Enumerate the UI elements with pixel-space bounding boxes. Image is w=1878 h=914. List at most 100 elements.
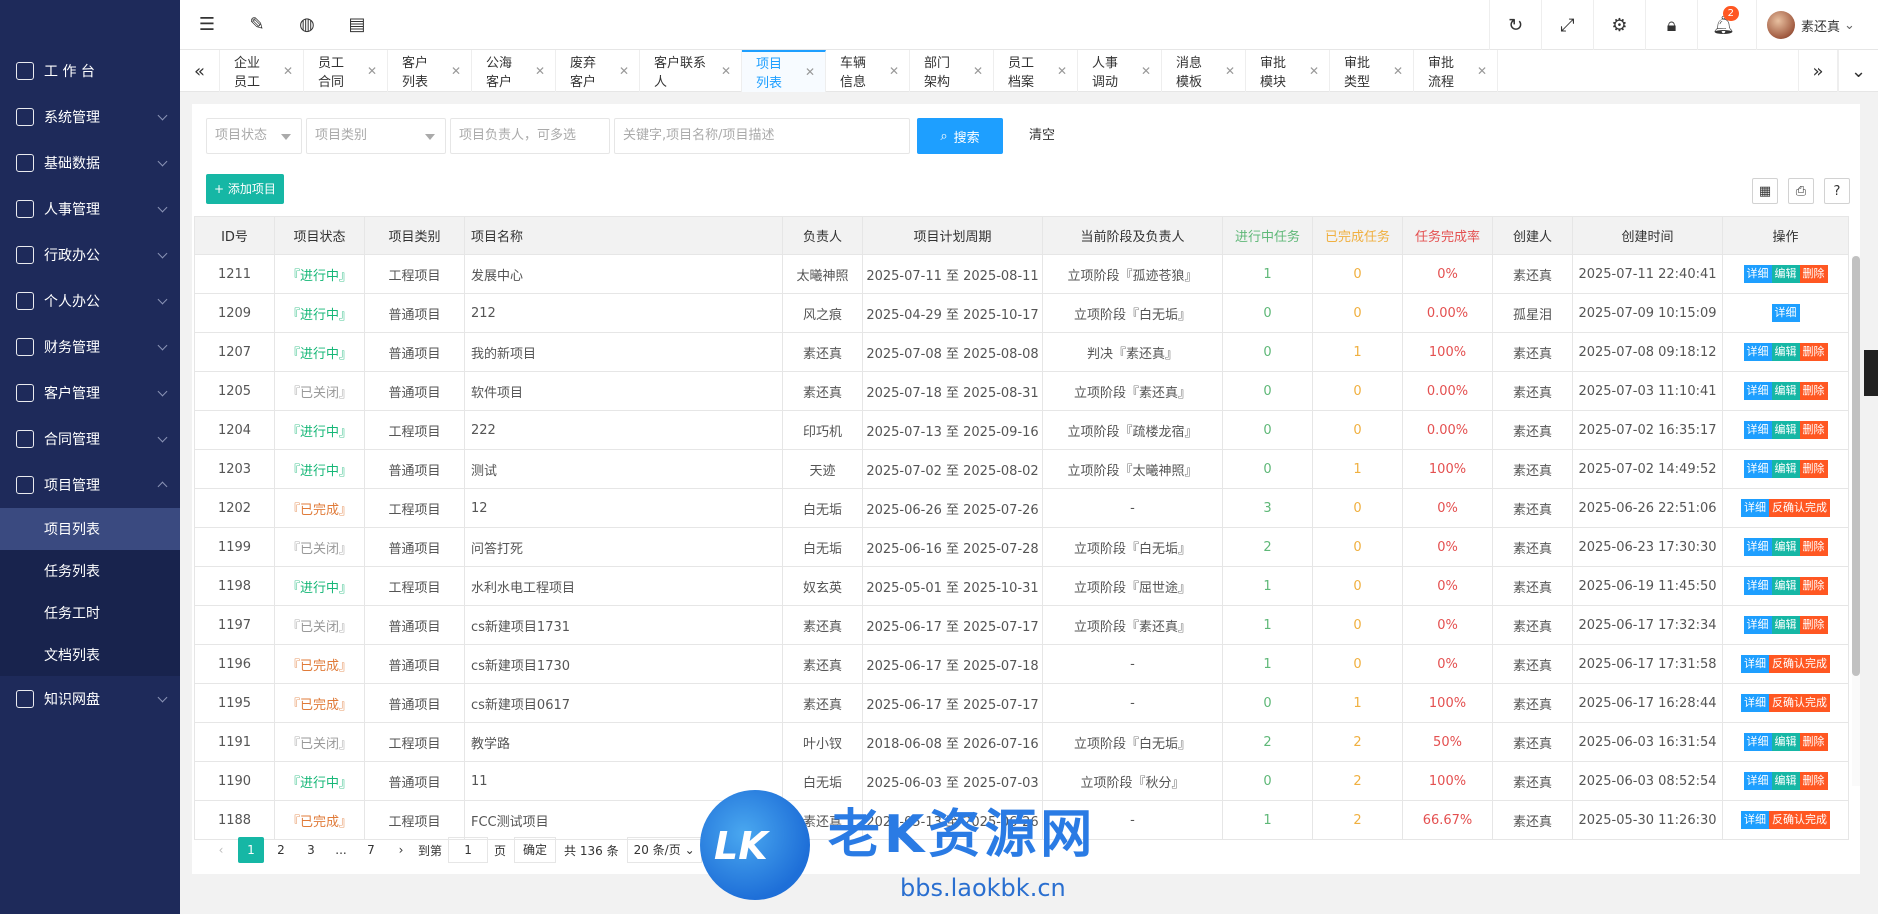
tab-message-templates[interactable]: 消息模板 ✕ xyxy=(1162,50,1246,92)
close-icon[interactable]: ✕ xyxy=(283,64,293,78)
keyword-input[interactable]: 关键字,项目名称/项目描述 xyxy=(614,118,910,154)
goto-confirm-button[interactable]: 确定 xyxy=(514,837,557,863)
table-row[interactable]: 1204 『进行中』 工程项目 222 印巧机 2025-07-13 至 2025-09-… xyxy=(194,410,1849,450)
close-icon[interactable]: ✕ xyxy=(805,65,815,79)
tab-departments[interactable]: 部门架构 ✕ xyxy=(910,50,994,92)
edit-button[interactable]: 编辑 xyxy=(1771,265,1800,283)
goto-page-input[interactable]: 1 xyxy=(448,837,489,863)
columns-icon[interactable]: ▦ xyxy=(1752,178,1778,204)
table-row[interactable]: 1199 『已关闭』 普通项目 问答打死 白无垢 2025-06-16 至 2025-07… xyxy=(194,527,1849,567)
bell-icon[interactable]: 🔔︎ 2 xyxy=(1697,0,1749,50)
sidebar-item-knowledge-drive[interactable]: 知识网盘 xyxy=(0,676,180,722)
tab-public-customers[interactable]: 公海客户 ✕ xyxy=(472,50,556,92)
refresh-icon[interactable]: ↻ xyxy=(1489,0,1541,50)
delete-button[interactable]: 删除 xyxy=(1799,538,1828,556)
table-row[interactable]: 1211 『进行中』 工程项目 发展中心 太曦神照 2025-07-11 至 2025-0… xyxy=(194,254,1849,294)
sidebar-item-basic-data[interactable]: 基础数据 xyxy=(0,140,180,186)
lock-icon[interactable]: 🔒︎ xyxy=(1645,0,1697,50)
tab-customer-contacts[interactable]: 客户联系人 ✕ xyxy=(640,50,742,92)
tab-vehicles[interactable]: 车辆信息 ✕ xyxy=(826,50,910,92)
delete-button[interactable]: 删除 xyxy=(1799,733,1828,751)
table-row[interactable]: 1207 『进行中』 普通项目 我的新项目 素还真 2025-07-08 至 2025-0… xyxy=(194,332,1849,372)
delete-button[interactable]: 删除 xyxy=(1799,343,1828,361)
sidebar-item-system[interactable]: 系统管理 xyxy=(0,94,180,140)
page-1[interactable]: 1 xyxy=(238,837,264,863)
sidebar-sub-doc-list[interactable]: 文档列表 xyxy=(0,634,180,676)
help-icon[interactable]: ? xyxy=(1824,178,1850,204)
scrollbar-thumb[interactable] xyxy=(1852,256,1860,676)
chevron-down-icon[interactable]: ⌄ xyxy=(1838,50,1878,92)
tab-employees[interactable]: 企业员工 ✕ xyxy=(220,50,304,92)
tab-employee-files[interactable]: 员工档案 ✕ xyxy=(994,50,1078,92)
fullscreen-icon[interactable]: ⤢ xyxy=(1541,0,1593,50)
close-icon[interactable]: ✕ xyxy=(619,64,629,78)
sidebar-item-finance[interactable]: 财务管理 xyxy=(0,324,180,370)
close-icon[interactable]: ✕ xyxy=(1393,64,1403,78)
page-size-select[interactable]: 20 条/页 ⌄ xyxy=(626,837,702,863)
next-page-icon[interactable]: › xyxy=(388,837,414,863)
table-row[interactable]: 1196 『已完成』 普通项目 cs新建项目1730 素还真 2025-06-17 至 2… xyxy=(194,644,1849,684)
table-row[interactable]: 1209 『进行中』 普通项目 212 风之痕 2025-04-29 至 2025-10-… xyxy=(194,293,1849,333)
delete-button[interactable]: 删除 xyxy=(1799,460,1828,478)
close-icon[interactable]: ✕ xyxy=(1141,64,1151,78)
page-2[interactable]: 2 xyxy=(268,837,294,863)
side-drawer-handle[interactable] xyxy=(1864,350,1878,396)
delete-button[interactable]: 删除 xyxy=(1799,616,1828,634)
edit-button[interactable]: 编辑 xyxy=(1771,772,1800,790)
print-icon[interactable]: ⎙ xyxy=(1788,178,1814,204)
detail-button[interactable]: 详细 xyxy=(1743,460,1772,478)
gear-icon[interactable]: ⚙ xyxy=(1593,0,1645,50)
menu-toggle-icon[interactable]: ☰ xyxy=(196,14,218,36)
detail-button[interactable]: 详细 xyxy=(1743,382,1772,400)
sidebar-sub-project-list[interactable]: 项目列表 xyxy=(0,508,180,550)
close-icon[interactable]: ✕ xyxy=(721,64,731,78)
page-last[interactable]: 7 xyxy=(358,837,384,863)
edit-button[interactable]: 编辑 xyxy=(1771,343,1800,361)
tabs-scroll-left-icon[interactable]: « xyxy=(180,50,220,92)
close-icon[interactable]: ✕ xyxy=(973,64,983,78)
globe-icon[interactable]: ◍ xyxy=(296,14,318,36)
sidebar-item-customers[interactable]: 客户管理 xyxy=(0,370,180,416)
tabs-scroll-right-icon[interactable]: » xyxy=(1798,50,1838,92)
tab-approval-flows[interactable]: 审批流程 ✕ xyxy=(1414,50,1498,92)
table-row[interactable]: 1205 『已关闭』 普通项目 软件项目 素还真 2025-07-18 至 2025-08… xyxy=(194,371,1849,411)
category-select[interactable]: 项目类别 xyxy=(306,118,446,154)
close-icon[interactable]: ✕ xyxy=(1477,64,1487,78)
edit-button[interactable]: 编辑 xyxy=(1771,421,1800,439)
detail-button[interactable]: 详细 xyxy=(1741,811,1769,829)
document-icon[interactable]: ▤ xyxy=(346,14,368,36)
status-select[interactable]: 项目状态 xyxy=(206,118,302,154)
edit-button[interactable]: 编辑 xyxy=(1771,733,1800,751)
edit-button[interactable]: 编辑 xyxy=(1771,577,1800,595)
user-menu[interactable]: 素还真 ⌄ xyxy=(1756,0,1866,50)
close-icon[interactable]: ✕ xyxy=(889,64,899,78)
tab-project-list[interactable]: 项目列表 ✕ xyxy=(742,50,826,92)
detail-button[interactable]: 详细 xyxy=(1743,538,1772,556)
tab-customer-list[interactable]: 客户列表 ✕ xyxy=(388,50,472,92)
sidebar-item-projects[interactable]: 项目管理 xyxy=(0,462,180,508)
detail-button[interactable]: 详细 xyxy=(1741,694,1769,712)
close-icon[interactable]: ✕ xyxy=(1309,64,1319,78)
clear-button[interactable]: 清空 xyxy=(1017,118,1067,154)
delete-button[interactable]: 删除 xyxy=(1799,382,1828,400)
tab-approval-modules[interactable]: 审批模块 ✕ xyxy=(1246,50,1330,92)
tab-abandoned-customers[interactable]: 废弃客户 ✕ xyxy=(556,50,640,92)
detail-button[interactable]: 详细 xyxy=(1743,265,1772,283)
table-row[interactable]: 1198 『进行中』 工程项目 水利水电工程项目 奴玄英 2025-05-01 至 202… xyxy=(194,566,1849,606)
edit-button[interactable]: 编辑 xyxy=(1771,538,1800,556)
edit-button[interactable]: 编辑 xyxy=(1771,616,1800,634)
detail-button[interactable]: 详细 xyxy=(1743,733,1772,751)
table-row[interactable]: 1191 『已关闭』 工程项目 教学路 叶小钗 2018-06-08 至 2026-07-… xyxy=(194,722,1849,762)
edit-button[interactable]: 编辑 xyxy=(1771,382,1800,400)
sidebar-item-workbench[interactable]: 工 作 台 xyxy=(0,48,180,94)
tab-employee-contracts[interactable]: 员工合同 ✕ xyxy=(304,50,388,92)
clean-cache-icon[interactable]: ✎ xyxy=(246,14,268,36)
detail-button[interactable]: 详细 xyxy=(1743,343,1772,361)
sidebar-item-contracts[interactable]: 合同管理 xyxy=(0,416,180,462)
detail-button[interactable]: 详细 xyxy=(1743,616,1772,634)
detail-button[interactable]: 详细 xyxy=(1743,421,1772,439)
unconfirm-complete-button[interactable]: 反确认完成 xyxy=(1769,694,1830,712)
delete-button[interactable]: 删除 xyxy=(1799,577,1828,595)
sidebar-sub-task-list[interactable]: 任务列表 xyxy=(0,550,180,592)
detail-button[interactable]: 详细 xyxy=(1743,577,1772,595)
